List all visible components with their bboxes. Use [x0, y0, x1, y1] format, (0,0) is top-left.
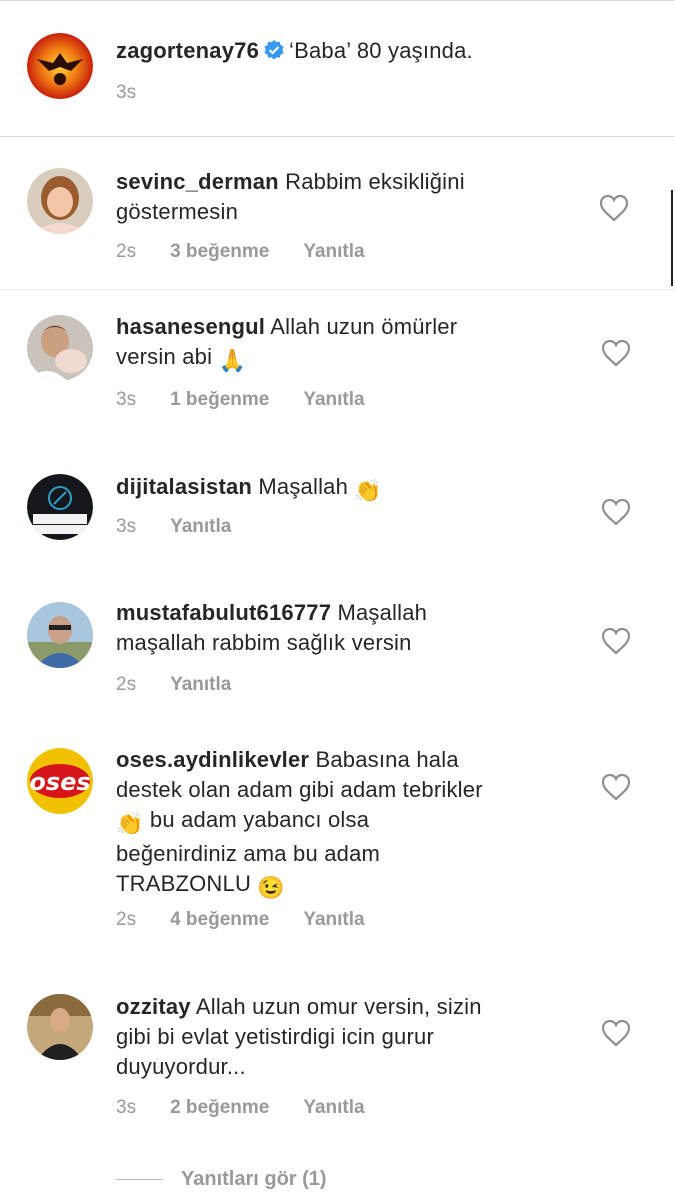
clapping-hands-icon: 👏	[116, 811, 144, 836]
comment-line: Rabbim eksikliğini	[285, 169, 465, 194]
commenter-avatar[interactable]	[27, 168, 93, 234]
comment-text: sevinc_derman Rabbim eksikliğini gösterm…	[116, 167, 465, 227]
caption-meta: 3s	[116, 82, 170, 104]
comment-line: Maşallah	[258, 474, 349, 499]
likes-count[interactable]: 3 beğenme	[170, 241, 269, 262]
comment-username[interactable]: sevinc_derman	[116, 169, 279, 194]
oses-logo-text: oses	[29, 768, 90, 796]
likes-count[interactable]: 2 beğenme	[170, 1097, 269, 1118]
comment-line: duyuyordur...	[116, 1054, 246, 1079]
comment-username[interactable]: ozzitay	[116, 994, 191, 1019]
reply-button[interactable]: Yanıtla	[303, 1097, 364, 1118]
comment-meta: 2s 4 beğenme Yanıtla	[116, 909, 399, 931]
comment-item: ozzitay Allah uzun omur versin, sizin gi…	[0, 960, 675, 1160]
scroll-indicator[interactable]	[671, 190, 673, 286]
caption-text-line: zagortenay76 ‘Baba’ 80 yaşında.	[116, 36, 473, 69]
heart-icon[interactable]	[601, 627, 631, 655]
reply-button[interactable]: Yanıtla	[303, 389, 364, 410]
comment-item: dijitalasistan Maşallah 👏 3s Yanıtla	[0, 440, 675, 570]
comment-line: destek olan adam gibi adam tebrikler	[116, 777, 483, 802]
comment-line: Allah uzun ömürler	[270, 314, 458, 339]
caption-avatar[interactable]	[27, 33, 93, 99]
comment-meta: 2s 3 beğenme Yanıtla	[116, 241, 399, 263]
commenter-avatar[interactable]	[27, 994, 93, 1060]
comment-line: gibi bi evlat yetistirdigi icin gurur	[116, 1024, 434, 1049]
comment-text: ozzitay Allah uzun omur versin, sizin gi…	[116, 992, 482, 1082]
reply-button[interactable]: Yanıtla	[170, 674, 231, 695]
reply-button[interactable]: Yanıtla	[303, 909, 364, 930]
likes-count[interactable]: 1 beğenme	[170, 389, 269, 410]
comment-text: oses.aydinlikevler Babasına hala destek …	[116, 745, 483, 903]
comment-meta: 2s Yanıtla	[116, 674, 265, 696]
comment-line: maşallah rabbim sağlık versin	[116, 630, 412, 655]
likes-count[interactable]: 4 beğenme	[170, 909, 269, 930]
comment-item: oses oses.aydinlikevler Babasına hala de…	[0, 720, 675, 960]
comment-time: 2s	[116, 241, 137, 262]
comment-text: hasanesengul Allah uzun ömürler versin a…	[116, 312, 457, 376]
commenter-avatar[interactable]	[27, 315, 93, 381]
commenter-avatar[interactable]: oses	[27, 748, 93, 814]
clapping-hands-icon: 👏	[354, 478, 382, 503]
caption-username[interactable]: zagortenay76	[116, 38, 259, 63]
commenter-avatar[interactable]	[27, 602, 93, 668]
comment-username[interactable]: hasanesengul	[116, 314, 265, 339]
comment-username[interactable]: dijitalasistan	[116, 474, 252, 499]
reply-button[interactable]: Yanıtla	[303, 241, 364, 262]
commenter-avatar[interactable]	[27, 474, 93, 540]
comment-item: mustafabulut616777 Maşallah maşallah rab…	[0, 570, 675, 720]
comment-line: Allah uzun omur versin, sizin	[195, 994, 482, 1019]
heart-icon[interactable]	[601, 498, 631, 526]
comment-time: 2s	[116, 909, 137, 930]
view-replies-label: Yanıtları gör (1)	[181, 1168, 327, 1190]
comment-time: 3s	[116, 516, 137, 537]
comment-item: sevinc_derman Rabbim eksikliğini gösterm…	[0, 137, 675, 289]
comment-meta: 3s 1 beğenme Yanıtla	[116, 389, 399, 411]
comment-line: versin abi	[116, 344, 213, 369]
comment-line: TRABZONLU	[116, 871, 252, 896]
comment-line: beğenirdiniz ama bu adam	[116, 841, 381, 866]
heart-icon[interactable]	[601, 773, 631, 801]
heart-icon[interactable]	[601, 1019, 631, 1047]
reply-button[interactable]: Yanıtla	[170, 516, 231, 537]
view-replies-button[interactable]: Yanıtları gör (1)	[115, 1168, 327, 1191]
comment-username[interactable]: oses.aydinlikevler	[116, 747, 309, 772]
comment-time: 2s	[116, 674, 137, 695]
replies-divider	[115, 1179, 163, 1181]
comment-meta: 3s 2 beğenme Yanıtla	[116, 1097, 399, 1119]
heart-icon[interactable]	[599, 194, 629, 222]
comment-meta: 3s Yanıtla	[116, 516, 265, 538]
comment-username[interactable]: mustafabulut616777	[116, 600, 331, 625]
comment-time: 3s	[116, 389, 137, 410]
comment-text: dijitalasistan Maşallah 👏	[116, 472, 382, 506]
caption-time: 3s	[116, 82, 137, 103]
heart-icon[interactable]	[601, 339, 631, 367]
comment-line: bu adam yabancı olsa	[149, 807, 370, 832]
post-caption: zagortenay76 ‘Baba’ 80 yaşında. 3s	[0, 0, 675, 137]
comment-line: Maşallah	[337, 600, 428, 625]
folded-hands-icon: 🙏	[218, 348, 247, 373]
caption-text: ‘Baba’ 80 yaşında.	[289, 38, 473, 63]
winking-face-icon: 😉	[257, 875, 285, 900]
verified-badge-icon	[263, 39, 285, 69]
comment-item: hasanesengul Allah uzun ömürler versin a…	[0, 290, 675, 440]
comment-time: 3s	[116, 1097, 137, 1118]
comment-text: mustafabulut616777 Maşallah maşallah rab…	[116, 598, 427, 658]
comment-line: Babasına hala	[315, 747, 459, 772]
comment-line: göstermesin	[116, 199, 239, 224]
